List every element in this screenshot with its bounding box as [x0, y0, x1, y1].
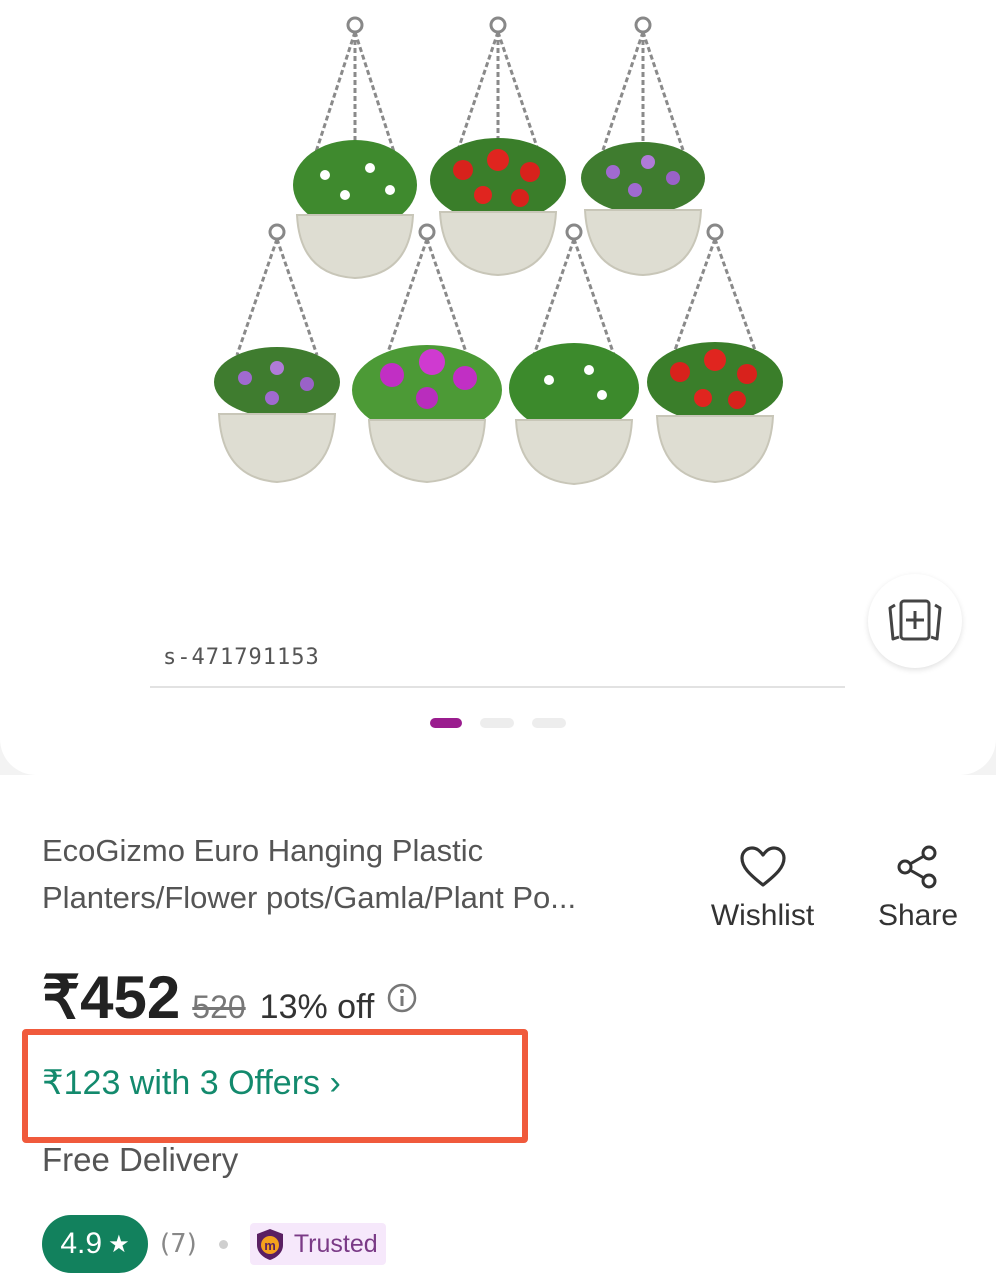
product-image-card[interactable]: s-471791153 [0, 0, 996, 775]
star-icon: ★ [108, 1230, 130, 1258]
rating-row: 4.9 ★ (7) m Trusted [42, 1215, 386, 1273]
product-title[interactable]: EcoGizmo Euro Hanging Plastic Planters/F… [42, 827, 682, 921]
svg-text:m: m [264, 1238, 276, 1253]
trusted-badge[interactable]: m Trusted [249, 1223, 386, 1265]
carousel-dot-active[interactable] [430, 718, 462, 728]
divider [150, 686, 845, 688]
trusted-label: Trusted [293, 1229, 378, 1258]
product-title-line-1: EcoGizmo Euro Hanging Plastic [42, 833, 484, 868]
discount-percent: 13% off [259, 988, 375, 1026]
product-page: s-471791153 EcoGizmo Euro Hanging Plasti… [0, 0, 996, 1280]
view-similar-button[interactable] [868, 574, 962, 668]
m-shield-icon: m [256, 1229, 283, 1260]
price-row: ₹452 520 13% off [42, 963, 418, 1033]
wishlist-button[interactable]: Wishlist [700, 845, 825, 933]
rating-badge[interactable]: 4.9 ★ [42, 1215, 148, 1273]
sku-label: s-471791153 [163, 645, 320, 670]
selling-price: ₹452 [42, 964, 181, 1031]
product-title-line-2: Planters/Flower pots/Gamla/Plant Po... [42, 880, 577, 915]
planter-illustration [214, 16, 783, 486]
offers-link[interactable]: ₹123 with 3 Offers › [42, 1063, 341, 1103]
view-similar-icon [888, 599, 942, 641]
rating-count: (7) [160, 1229, 197, 1259]
carousel-dot[interactable] [480, 718, 514, 728]
delivery-info: Free Delivery [42, 1141, 239, 1178]
share-label: Share [877, 899, 959, 932]
heart-icon [739, 846, 786, 887]
wishlist-label: Wishlist [710, 899, 815, 932]
carousel-dot[interactable] [532, 718, 566, 728]
share-button[interactable]: Share [868, 845, 968, 933]
share-icon [897, 845, 937, 889]
info-icon[interactable] [386, 982, 418, 1014]
product-details: EcoGizmo Euro Hanging Plastic Planters/F… [0, 775, 996, 1280]
rating-value: 4.9 [60, 1227, 103, 1260]
image-carousel-dots[interactable] [430, 718, 566, 728]
separator-dot [218, 1239, 228, 1249]
product-image [214, 16, 783, 486]
original-price: 520 [192, 989, 246, 1025]
